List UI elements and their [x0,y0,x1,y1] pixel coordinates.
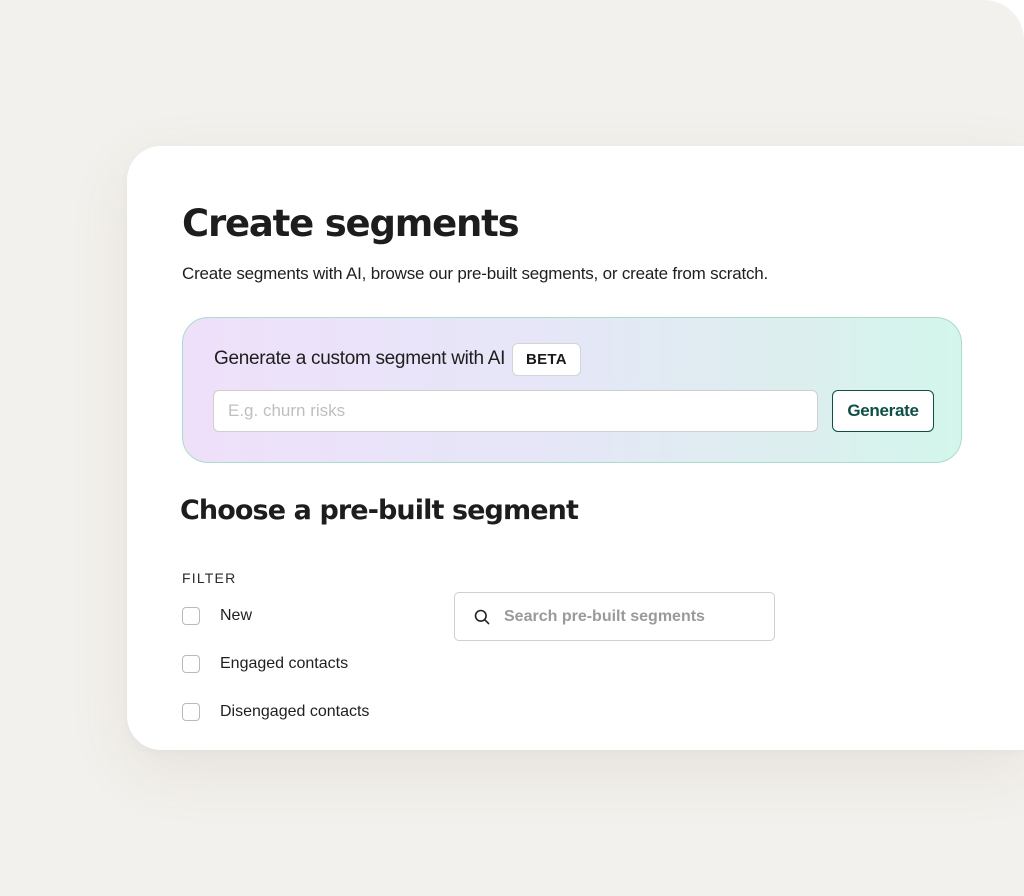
beta-badge: BETA [512,343,581,376]
filter-item-engaged-contacts[interactable]: Engaged contacts [182,652,348,676]
page-subtitle: Create segments with AI, browse our pre-… [182,264,769,283]
filter-label: Engaged contacts [220,655,349,672]
checkbox[interactable] [182,703,200,721]
ai-generator-title: Generate a custom segment with AI [214,348,506,369]
filter-heading: FILTER [182,570,237,586]
prebuilt-section-title: Choose a pre-built segment [180,495,579,526]
search-input[interactable] [504,607,754,626]
filter-label: Disengaged contacts [220,703,370,720]
create-segments-card: Create segments Create segments with AI,… [127,146,1024,750]
filter-label: New [220,607,253,624]
checkbox[interactable] [182,607,200,625]
ai-prompt-input[interactable] [213,390,818,432]
search-box[interactable] [454,592,775,641]
search-icon [474,609,490,625]
checkbox[interactable] [182,655,200,673]
filter-item-new[interactable]: New [182,604,252,628]
page-title: Create segments [182,202,520,245]
generate-button[interactable]: Generate [832,390,934,432]
ai-generator-panel: Generate a custom segment with AI BETA G… [182,317,962,463]
filter-item-disengaged-contacts[interactable]: Disengaged contacts [182,700,369,724]
